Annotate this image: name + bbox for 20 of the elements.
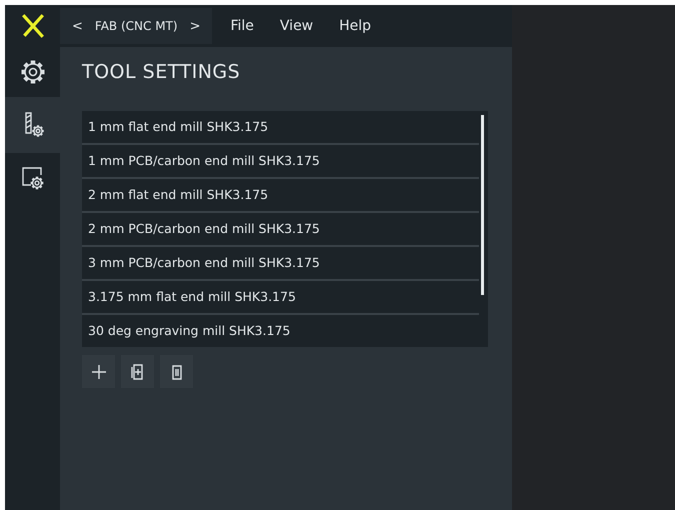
tool-list-item[interactable]: 1 mm flat end mill SHK3.175 [82,111,479,145]
menu-item[interactable]: File [230,18,254,34]
tool-list-item[interactable]: 3.175 mm flat end mill SHK3.175 [82,281,479,315]
add-button[interactable] [82,355,115,388]
duplicate-button[interactable] [121,355,154,388]
menu-item[interactable]: View [280,18,314,34]
delete-button[interactable] [160,355,193,388]
tool-list-item[interactable]: 1 mm PCB/carbon end mill SHK3.175 [82,145,479,179]
x-logo-icon [20,13,46,39]
tool-list-item[interactable]: 3 mm PCB/carbon end mill SHK3.175 [82,247,479,281]
menu-item[interactable]: Help [339,18,372,34]
forward-button[interactable]: > [190,18,200,34]
sidebar-item[interactable] [5,97,60,153]
tool-list-item[interactable]: 2 mm PCB/carbon end mill SHK3.175 [82,213,479,247]
back-button[interactable]: < [72,18,83,34]
tool-list-item[interactable]: 2 mm flat end mill SHK3.175 [82,179,479,213]
project-name: FAB (CNC MT) [94,19,178,33]
tool-list-item[interactable]: 30 deg engraving mill SHK3.175 [82,315,479,347]
panel-title: TOOL SETTINGS [82,61,242,83]
scrollbar[interactable] [481,115,484,295]
